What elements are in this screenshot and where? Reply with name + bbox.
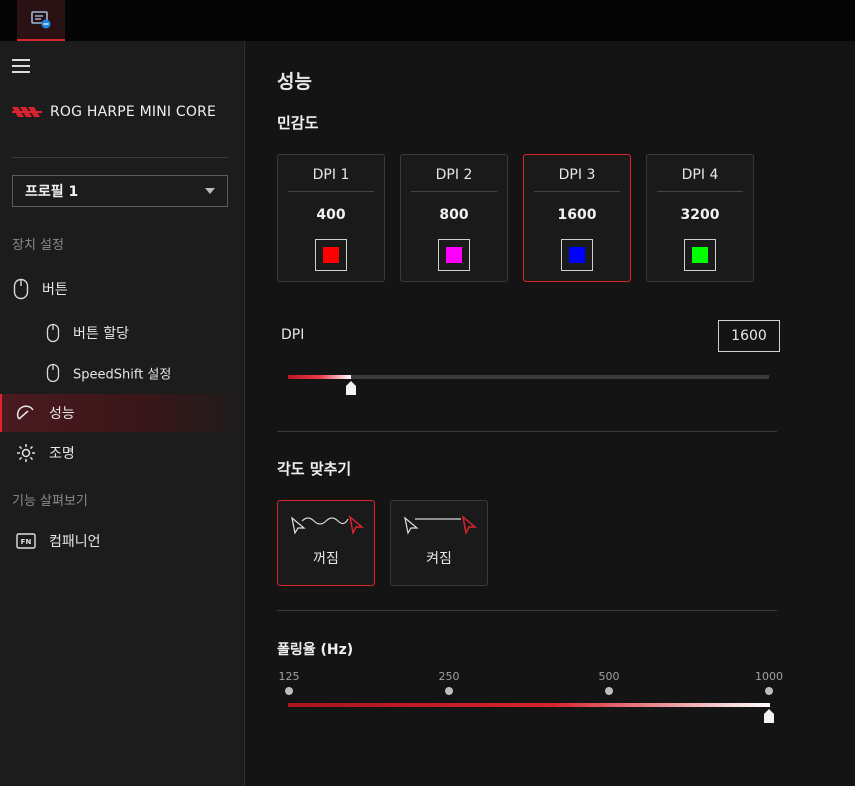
device-monitor-icon [31,10,51,28]
menu-icon[interactable] [12,59,30,73]
dpi-stage-name: DPI 2 [435,167,473,183]
divider [411,191,497,192]
dpi-slider-thumb[interactable] [345,381,356,396]
dpi-stage-card-1[interactable]: DPI 1 400 [277,154,385,282]
sidebar-item-companion[interactable]: FN 컴패니언 [0,522,244,560]
color-picker[interactable] [438,239,470,271]
device-name: ROG HARPE MINI CORE [50,104,217,120]
polling-tick-dot[interactable] [285,687,293,695]
sidebar-item-label: 성능 [49,406,75,422]
sidebar-item-button[interactable]: 버튼 [0,270,244,308]
dpi-stage-name: DPI 3 [558,167,596,183]
sidebar-item-label: SpeedShift 설정 [73,367,172,383]
color-swatch [446,247,462,263]
dpi-stage-value: 3200 [680,207,720,223]
profile-select-value: 프로필 1 [25,184,79,200]
dpi-label: DPI [281,327,305,343]
chevron-down-icon [205,188,215,194]
angle-off-label: 꺼짐 [313,551,339,567]
dpi-stage-card-4[interactable]: DPI 4 3200 [646,154,754,282]
device-tab[interactable] [17,0,65,41]
dpi-stage-value: 1600 [557,207,597,223]
divider [534,191,620,192]
sidebar-item-label: 버튼 할당 [73,326,129,342]
profile-select[interactable]: 프로필 1 [12,175,228,207]
dpi-stage-name: DPI 1 [312,167,350,183]
color-picker[interactable] [561,239,593,271]
straight-line-cursor-icon [404,515,477,536]
brand: ROG HARPE MINI CORE [12,104,216,120]
performance-gauge-icon [16,405,34,420]
section-device-settings: 장치 설정 [12,238,64,253]
polling-tick-label: 1000 [755,670,783,683]
polling-tick-label: 250 [438,670,460,683]
polling-tick-label: 500 [598,670,620,683]
divider [288,191,374,192]
sun-icon [17,444,35,462]
angle-on-label: 켜짐 [426,551,452,567]
polling-tick-dot[interactable] [445,687,453,695]
sidebar: ROG HARPE MINI CORE 프로필 1 장치 설정 버튼 버튼 할당… [0,41,245,786]
sidebar-item-label: 컴패니언 [49,534,101,550]
main-panel: 성능 민감도 DPI 1 400 DPI 2 800 DPI 3 1600 DP… [246,41,855,786]
rog-logo-icon [12,107,42,117]
dpi-stage-name: DPI 4 [681,167,719,183]
divider [12,157,228,158]
polling-slider-thumb[interactable] [764,709,774,724]
mouse-icon [46,363,60,383]
color-swatch [692,247,708,263]
sidebar-item-performance[interactable]: 성능 [0,394,244,432]
color-swatch [323,247,339,263]
mouse-icon [13,278,29,300]
angle-snapping-off-option[interactable]: 꺼짐 [277,500,375,586]
sidebar-item-label: 버튼 [42,282,68,298]
wavy-line-cursor-icon [291,515,364,536]
polling-tick-dot[interactable] [605,687,613,695]
sidebar-item-button-assign[interactable]: 버튼 할당 [0,314,244,352]
dpi-slider-track[interactable] [288,375,769,379]
divider [657,191,743,192]
angle-snapping-on-option[interactable]: 켜짐 [390,500,488,586]
angle-snapping-title: 각도 맞추기 [277,460,352,478]
dpi-stage-value: 400 [316,207,346,223]
divider [277,431,777,432]
dpi-stage-card-3[interactable]: DPI 3 1600 [523,154,631,282]
sidebar-item-speedshift[interactable]: SpeedShift 설정 [0,354,244,392]
color-picker[interactable] [315,239,347,271]
fn-key-icon: FN [16,533,36,549]
section-features: 기능 살펴보기 [12,494,88,509]
mouse-icon [46,323,60,343]
page-title: 성능 [277,71,312,93]
polling-tick-label: 125 [278,670,300,683]
color-picker[interactable] [684,239,716,271]
sidebar-item-label: 조명 [49,446,75,462]
sensitivity-title: 민감도 [277,114,319,132]
title-bar [0,0,855,41]
dpi-stage-value: 800 [439,207,469,223]
divider [277,610,777,611]
dpi-value-input[interactable]: 1600 [718,320,780,352]
polling-rate-title: 폴링율 (Hz) [277,642,354,658]
dpi-stage-card-2[interactable]: DPI 2 800 [400,154,508,282]
color-swatch [569,247,585,263]
svg-text:FN: FN [21,538,32,546]
polling-slider-track[interactable] [288,703,770,707]
dpi-slider-fill [288,375,351,379]
sidebar-item-lighting[interactable]: 조명 [0,434,244,472]
polling-tick-dot[interactable] [765,687,773,695]
